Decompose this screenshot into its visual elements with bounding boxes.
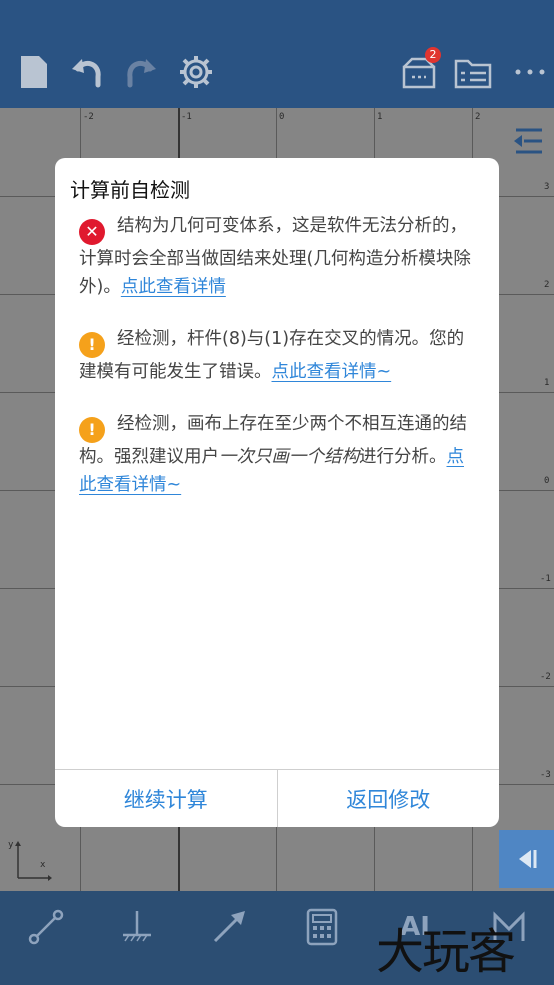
error-icon: ✕ bbox=[79, 219, 105, 245]
y-tick-label: 0 bbox=[544, 476, 550, 486]
x-tick-label: 1 bbox=[377, 112, 383, 122]
force-arrow-icon[interactable] bbox=[205, 903, 253, 951]
emphasis-text: 一次只画一个结构 bbox=[219, 447, 359, 467]
error-message: ✕ 结构为几何可变体系，这是软件无法分析的，计算时会全部当做固结来处理(几何构造分… bbox=[79, 212, 479, 301]
settings-icon[interactable] bbox=[176, 50, 216, 94]
axis-indicator-icon bbox=[8, 838, 54, 884]
warning-message: ! 经检测，杆件(8)与(1)存在交叉的情况。您的建模有可能发生了错误。点此查看详… bbox=[79, 325, 479, 386]
x-tick-label: 0 bbox=[279, 112, 285, 122]
list-panel-icon[interactable] bbox=[453, 50, 493, 94]
x-axis-label: x bbox=[40, 860, 46, 870]
message-text: 进行分析。 bbox=[359, 447, 447, 467]
warning-icon: ! bbox=[79, 332, 105, 358]
warning-message: ! 经检测，画布上存在至少两个不相互连通的结构。强烈建议用户一次只画一个结构进行分… bbox=[79, 410, 479, 499]
y-axis-label: y bbox=[8, 840, 14, 850]
back-to-edit-button[interactable]: 返回修改 bbox=[276, 770, 500, 827]
notification-badge: 2 bbox=[425, 47, 441, 63]
y-tick-label: -2 bbox=[540, 672, 551, 682]
x-tick-label: -2 bbox=[83, 112, 94, 122]
undo-icon[interactable] bbox=[67, 50, 107, 94]
arrow-left-icon bbox=[518, 850, 536, 868]
y-tick-label: -1 bbox=[540, 574, 551, 584]
dialog-footer: 继续计算 返回修改 bbox=[55, 769, 499, 827]
warning-icon: ! bbox=[79, 417, 105, 443]
details-link[interactable]: 点此查看详情~ bbox=[272, 362, 392, 382]
new-file-icon[interactable] bbox=[14, 50, 54, 94]
details-link[interactable]: 点此查看详情 bbox=[121, 277, 226, 297]
y-tick-label: 2 bbox=[544, 280, 550, 290]
expand-panel-button[interactable] bbox=[499, 830, 554, 888]
y-tick-label: 1 bbox=[544, 378, 550, 388]
continue-calculation-button[interactable]: 继续计算 bbox=[55, 770, 277, 827]
dialog-title: 计算前自检测 bbox=[70, 178, 190, 202]
x-tick-label: 2 bbox=[475, 112, 481, 122]
y-tick-label: -3 bbox=[540, 770, 551, 780]
x-tick-label: -1 bbox=[181, 112, 192, 122]
support-tool-icon[interactable] bbox=[113, 903, 161, 951]
y-tick-label: 3 bbox=[544, 182, 550, 192]
self-check-dialog: 计算前自检测 ✕ 结构为几何可变体系，这是软件无法分析的，计算时会全部当做固结来处… bbox=[55, 158, 499, 827]
calculator-icon[interactable] bbox=[298, 903, 346, 951]
watermark-text: 大玩客 bbox=[376, 924, 516, 980]
collapse-panel-icon[interactable] bbox=[505, 120, 551, 162]
link-tool-icon[interactable] bbox=[22, 903, 70, 951]
more-icon[interactable] bbox=[510, 50, 550, 94]
redo-icon[interactable] bbox=[121, 50, 161, 94]
